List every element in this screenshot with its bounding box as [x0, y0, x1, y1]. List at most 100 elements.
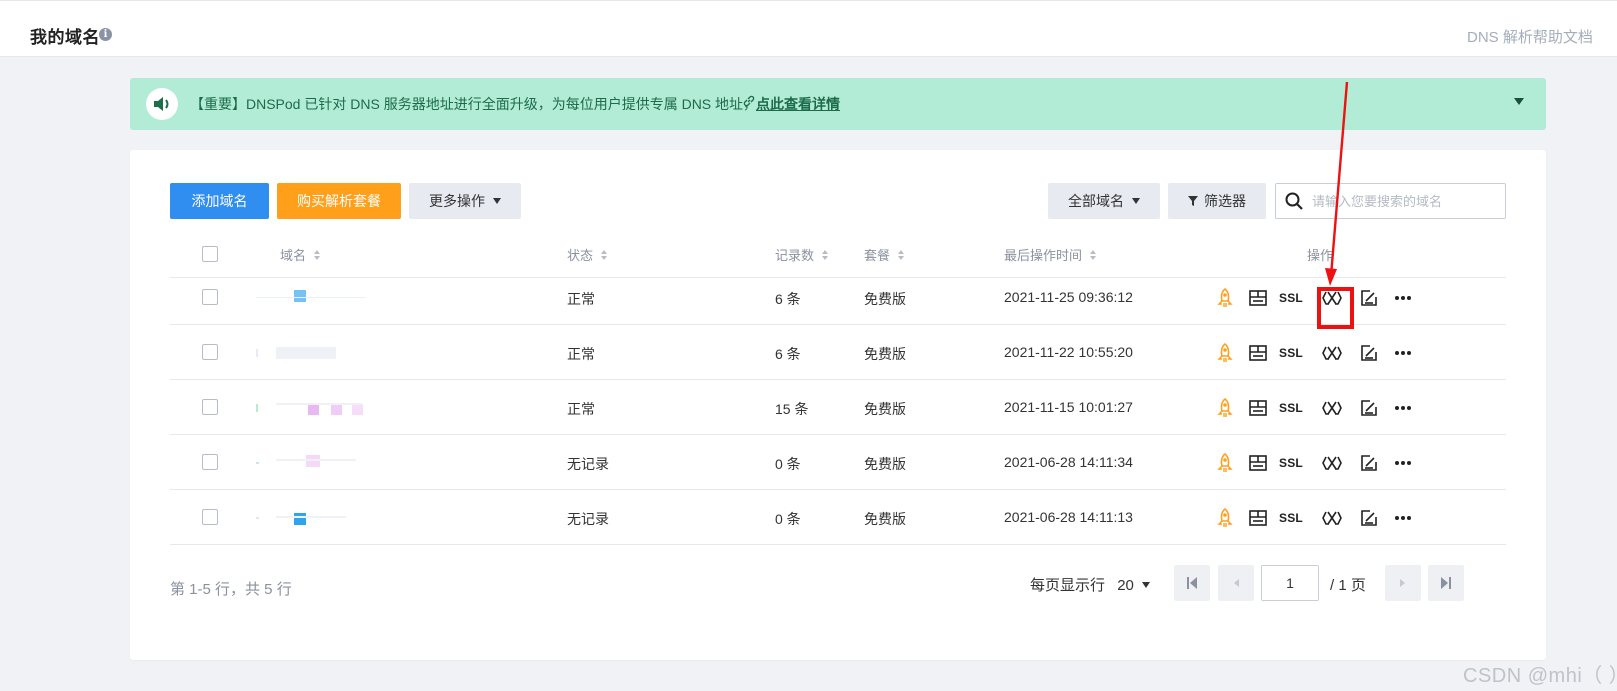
all-domains-dropdown[interactable]: 全部域名 [1048, 183, 1160, 219]
rocket-icon[interactable] [1213, 341, 1237, 365]
annotation-highlight-box [1317, 287, 1354, 329]
sort-icon [601, 250, 608, 261]
link-icon[interactable] [1320, 451, 1344, 475]
sort-icon [314, 250, 321, 261]
link-icon[interactable] [1320, 341, 1344, 365]
all-domains-label: 全部域名 [1068, 193, 1124, 209]
prev-page-button[interactable] [1218, 565, 1254, 601]
domain-name-redacted[interactable] [256, 400, 366, 416]
row-records[interactable]: 6 条 [775, 289, 801, 309]
first-page-button[interactable] [1174, 565, 1210, 601]
edit-icon[interactable] [1357, 396, 1381, 420]
domain-search [1275, 183, 1506, 219]
top-bar: 我的域名 i DNS 解析帮助文档 [0, 0, 1617, 57]
row-last-op: 2021-11-15 10:01:27 [1004, 399, 1133, 415]
filter-label: 筛选器 [1204, 193, 1246, 209]
row-plan: 免费版 [864, 456, 906, 472]
column-last-op-label: 最后操作时间 [1004, 248, 1083, 263]
notice-collapse-toggle[interactable] [1514, 98, 1524, 105]
column-domain-label: 域名 [280, 248, 307, 263]
row-last-op: 2021-06-28 14:11:13 [1004, 509, 1133, 525]
row-records[interactable]: 15 条 [775, 399, 808, 419]
ssl-label: SSL [1279, 291, 1303, 305]
column-records-label: 记录数 [775, 248, 815, 263]
select-all-checkbox[interactable] [202, 246, 218, 262]
dashboard-icon[interactable] [1246, 396, 1270, 420]
domain-name-redacted[interactable] [256, 345, 366, 361]
row-checkbox[interactable] [202, 289, 218, 305]
notice-details-link[interactable]: 点此查看详情 [756, 94, 840, 114]
chevron-down-icon [1141, 582, 1150, 589]
info-icon[interactable]: i [99, 28, 112, 41]
ssl-icon[interactable]: SSL [1277, 286, 1305, 310]
table-row: 无记录 0 条 免费版 2021-06-28 14:11:13 SSL [170, 490, 1506, 545]
more-icon[interactable] [1391, 451, 1415, 475]
rocket-icon[interactable] [1213, 506, 1237, 530]
row-records[interactable]: 0 条 [775, 509, 801, 529]
more-icon[interactable] [1391, 286, 1415, 310]
more-icon[interactable] [1391, 341, 1415, 365]
rocket-icon[interactable] [1213, 286, 1237, 310]
link-chain-icon [742, 94, 756, 111]
page-title: 我的域名 [30, 28, 100, 47]
edit-icon[interactable] [1357, 506, 1381, 530]
buy-package-button[interactable]: 购买解析套餐 [277, 183, 401, 219]
row-records[interactable]: 0 条 [775, 454, 801, 474]
row-records[interactable]: 6 条 [775, 344, 801, 364]
row-checkbox[interactable] [202, 509, 218, 525]
chevron-down-icon [493, 198, 501, 205]
column-domain[interactable]: 域名 [280, 245, 321, 264]
column-actions: 操作 [1307, 248, 1334, 263]
rocket-icon[interactable] [1213, 396, 1237, 420]
domain-name-redacted[interactable] [256, 455, 366, 471]
table-row: 正常 6 条 免费版 2021-11-22 10:55:20 SSL [170, 325, 1506, 380]
next-page-button[interactable] [1385, 565, 1421, 601]
rocket-icon[interactable] [1213, 451, 1237, 475]
per-page-selector[interactable]: 每页显示行 20 [1030, 574, 1150, 595]
row-checkbox[interactable] [202, 454, 218, 470]
edit-icon[interactable] [1357, 286, 1381, 310]
search-input[interactable] [1312, 184, 1502, 218]
ssl-label: SSL [1279, 346, 1303, 360]
row-plan: 免费版 [864, 346, 906, 362]
row-checkbox[interactable] [202, 344, 218, 360]
column-plan[interactable]: 套餐 [864, 245, 905, 264]
column-last-op[interactable]: 最后操作时间 [1004, 245, 1097, 264]
table-row: 无记录 0 条 免费版 2021-06-28 14:11:34 SSL [170, 435, 1506, 490]
ssl-icon[interactable]: SSL [1277, 451, 1305, 475]
row-last-op: 2021-11-25 09:36:12 [1004, 289, 1133, 305]
filter-icon [1188, 196, 1198, 207]
page-number-input[interactable]: 1 [1261, 565, 1319, 601]
link-icon[interactable] [1320, 396, 1344, 420]
more-icon[interactable] [1391, 396, 1415, 420]
help-link[interactable]: DNS 解析帮助文档 [1467, 26, 1617, 47]
edit-icon[interactable] [1357, 341, 1381, 365]
last-page-button[interactable] [1428, 565, 1464, 601]
column-records[interactable]: 记录数 [775, 245, 829, 264]
dashboard-icon[interactable] [1246, 506, 1270, 530]
more-actions-label: 更多操作 [429, 193, 485, 209]
row-plan: 免费版 [864, 511, 906, 527]
search-icon[interactable] [1285, 192, 1303, 210]
filter-button[interactable]: 筛选器 [1168, 183, 1266, 219]
row-plan: 免费版 [864, 401, 906, 417]
column-status[interactable]: 状态 [567, 245, 608, 264]
row-checkbox[interactable] [202, 399, 218, 415]
notice-banner: 【重要】DNSPod 已针对 DNS 服务器地址进行全面升级，为每位用户提供专属… [130, 78, 1546, 130]
edit-icon[interactable] [1357, 451, 1381, 475]
dashboard-icon[interactable] [1246, 341, 1270, 365]
more-actions-dropdown[interactable]: 更多操作 [409, 183, 521, 219]
row-status: 无记录 [567, 456, 609, 472]
add-domain-button[interactable]: 添加域名 [170, 183, 269, 219]
link-icon[interactable] [1320, 506, 1344, 530]
column-status-label: 状态 [567, 248, 594, 263]
ssl-icon[interactable]: SSL [1277, 506, 1305, 530]
domain-name-redacted[interactable] [256, 510, 366, 526]
chevron-down-icon [1132, 198, 1140, 205]
dashboard-icon[interactable] [1246, 451, 1270, 475]
ssl-icon[interactable]: SSL [1277, 341, 1305, 365]
domain-name-redacted[interactable] [256, 290, 366, 306]
dashboard-icon[interactable] [1246, 286, 1270, 310]
more-icon[interactable] [1391, 506, 1415, 530]
ssl-icon[interactable]: SSL [1277, 396, 1305, 420]
